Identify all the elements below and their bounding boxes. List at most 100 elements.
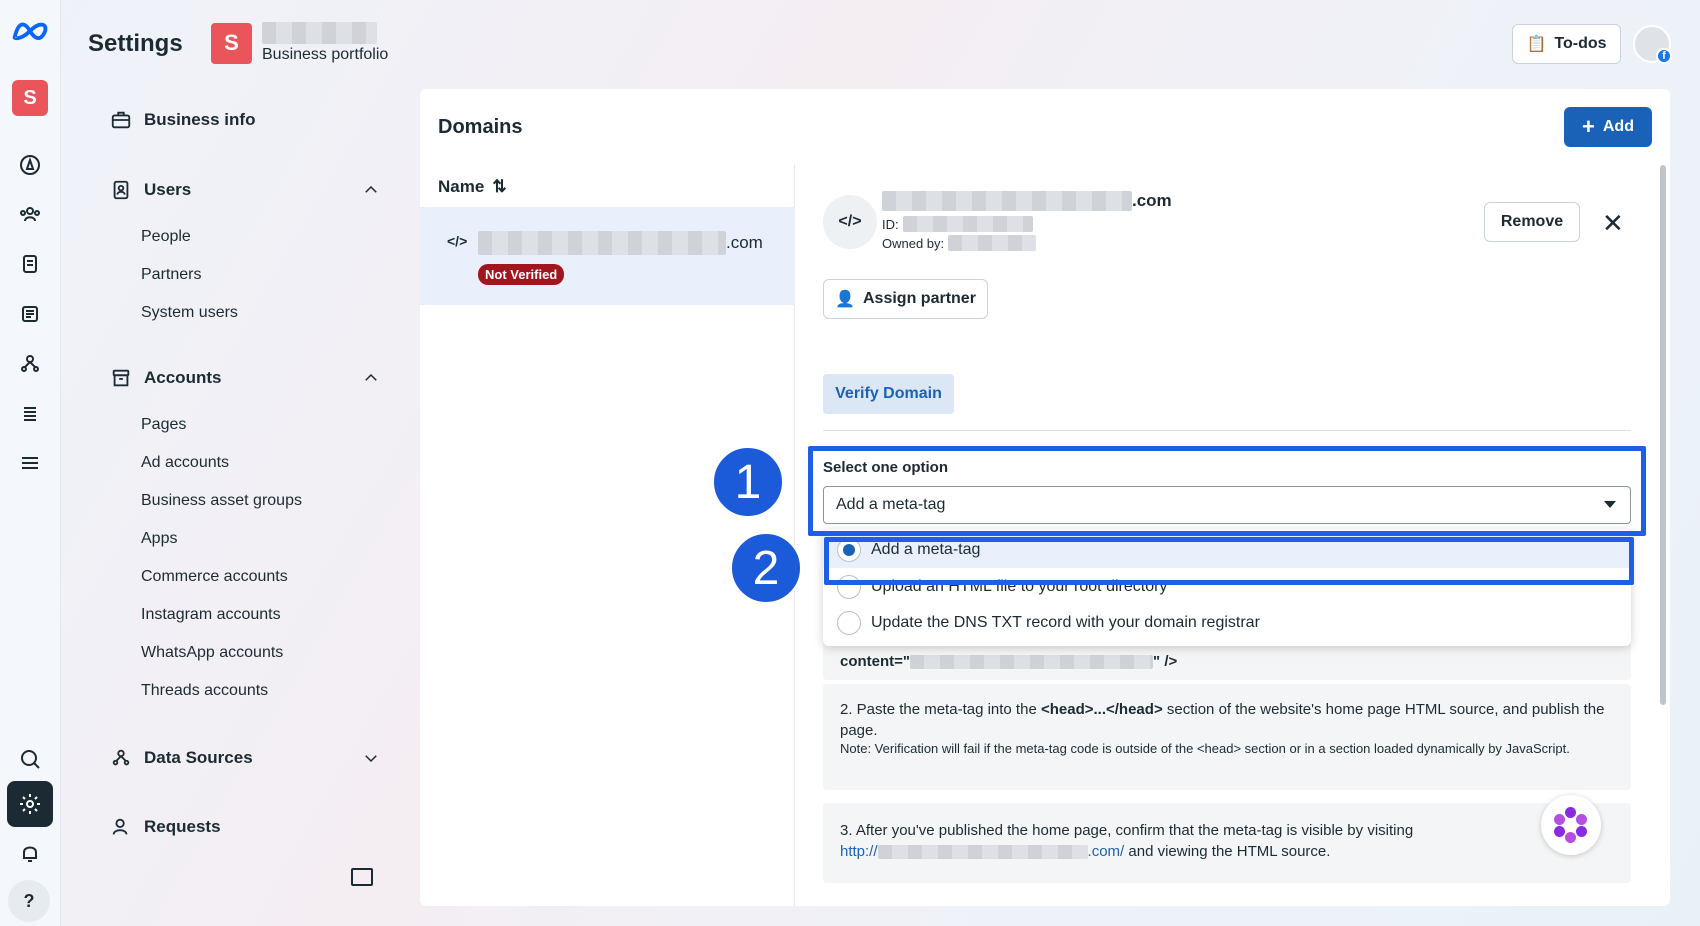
chevron-down-icon[interactable]: [362, 749, 380, 767]
nav-users[interactable]: Users: [110, 179, 380, 201]
settings-gear-icon[interactable]: [7, 781, 53, 827]
step2-note: Note: Verification will fail if the meta…: [840, 741, 1570, 756]
nav-instagram-accounts[interactable]: Instagram accounts: [141, 606, 281, 624]
portfolio-avatar[interactable]: S: [12, 80, 48, 116]
callout-2: 2: [730, 532, 802, 604]
nav-whatsapp-accounts[interactable]: WhatsApp accounts: [141, 644, 283, 662]
facebook-badge-icon: f: [1656, 48, 1672, 64]
domain-name: .com: [478, 231, 763, 255]
link-prefix: http://: [840, 843, 878, 860]
content-suffix: " />: [1153, 653, 1178, 670]
nav-users-label: Users: [144, 180, 192, 199]
code-icon: </>: [823, 195, 877, 249]
column-name-label: Name: [438, 177, 485, 196]
person-add-icon: [112, 818, 128, 835]
step-3-box: 3. After you've published the home page,…: [823, 803, 1631, 883]
sort-icon: ⇅: [492, 177, 507, 196]
step2-text: 2. Paste the meta-tag into the: [840, 701, 1041, 718]
content-prefix: content=": [840, 653, 911, 670]
option-label: Update the DNS TXT record with your doma…: [871, 614, 1260, 631]
scrollbar[interactable]: [1660, 165, 1666, 705]
plus-icon: +: [1582, 114, 1595, 139]
assign-partner-button[interactable]: 👤 Assign partner: [823, 279, 988, 319]
badge-icon: [113, 180, 129, 200]
left-rail: S ?: [0, 0, 61, 926]
close-icon[interactable]: ✕: [1602, 208, 1624, 239]
todos-label: To-dos: [1554, 35, 1607, 52]
nav-ad-accounts[interactable]: Ad accounts: [141, 454, 229, 472]
remove-button[interactable]: Remove: [1484, 202, 1580, 242]
detail-id: ID:: [882, 216, 1033, 232]
nav-partners[interactable]: Partners: [141, 266, 201, 284]
business-portfolio-switcher[interactable]: S Business portfolio: [211, 17, 388, 69]
page-title: Settings: [88, 30, 183, 57]
domain-row[interactable]: </> .com Not Verified: [420, 207, 795, 305]
chevron-up-icon[interactable]: [362, 369, 380, 387]
portfolio-logo: S: [211, 22, 252, 64]
nav-pages[interactable]: Pages: [141, 416, 186, 434]
meta-logo-icon[interactable]: [7, 8, 53, 54]
redacted-domain: [478, 231, 726, 255]
billing-icon[interactable]: [7, 391, 53, 437]
redacted-link: [877, 845, 1088, 860]
radio-unselected[interactable]: [837, 611, 861, 635]
help-icon[interactable]: ?: [8, 880, 50, 922]
nav-people[interactable]: People: [141, 228, 191, 246]
add-domain-button[interactable]: + Add: [1564, 107, 1652, 147]
chevron-up-icon[interactable]: [362, 181, 380, 199]
domain-suffix: .com: [1132, 191, 1172, 210]
redacted-portfolio-name: [262, 22, 377, 44]
user-avatar[interactable]: f: [1633, 25, 1672, 64]
redacted-owner: [948, 235, 1037, 251]
notifications-bell-icon[interactable]: [7, 830, 53, 876]
nav-accounts[interactable]: Accounts: [110, 367, 380, 389]
step-2-box: 2. Paste the meta-tag into the <head>...…: [823, 684, 1631, 790]
nav-business-asset-groups[interactable]: Business asset groups: [141, 492, 302, 510]
owned-label: Owned by:: [882, 235, 945, 251]
domain-list: Name ⇅ </> .com Not Verified: [420, 165, 795, 906]
option-dns-txt[interactable]: Update the DNS TXT record with your doma…: [823, 605, 1631, 641]
person-add-icon: 👤: [835, 291, 855, 308]
code-icon: </>: [447, 233, 468, 249]
network-icon[interactable]: [7, 341, 53, 387]
detail-owner: Owned by:: [882, 235, 1037, 251]
highlight-select: [808, 446, 1646, 536]
nav-accounts-label: Accounts: [144, 368, 222, 387]
id-label: ID:: [882, 216, 899, 232]
briefcase-icon: [111, 111, 131, 129]
redacted-content: [910, 655, 1154, 670]
catalog-icon[interactable]: [7, 291, 53, 337]
todos-button[interactable]: 📋 To-dos: [1512, 24, 1621, 64]
add-label: Add: [1602, 118, 1634, 135]
search-icon[interactable]: [7, 736, 53, 782]
collapse-sidebar-icon[interactable]: [351, 868, 373, 886]
nav-system-users[interactable]: System users: [141, 304, 238, 322]
verify-link[interactable]: http:// .com/: [840, 843, 1124, 860]
nav-commerce-accounts[interactable]: Commerce accounts: [141, 568, 288, 586]
nav-business-info[interactable]: Business info: [110, 109, 380, 131]
compass-icon[interactable]: [7, 142, 53, 188]
nav-data-sources[interactable]: Data Sources: [110, 747, 380, 769]
nav-requests[interactable]: Requests: [110, 816, 380, 838]
column-header-name[interactable]: Name ⇅: [438, 177, 507, 197]
portfolio-label: Business portfolio: [262, 46, 389, 63]
people-icon[interactable]: [7, 192, 53, 238]
nav-apps[interactable]: Apps: [141, 530, 177, 548]
archive-box-icon: [112, 369, 130, 387]
tab-verify-domain[interactable]: Verify Domain: [823, 374, 954, 414]
nav-requests-label: Requests: [144, 817, 221, 836]
data-sources-icon: [112, 749, 130, 766]
assistant-flower-icon[interactable]: [1541, 795, 1601, 855]
redacted-domain: [882, 191, 1132, 211]
nav-threads-accounts[interactable]: Threads accounts: [141, 682, 268, 700]
step2-code: <head>...</head>: [1040, 701, 1163, 718]
nav-business-info-label: Business info: [144, 110, 256, 129]
documents-icon[interactable]: [7, 241, 53, 287]
step3-text-b: and viewing the HTML source.: [1124, 843, 1331, 860]
highlight-option: [824, 537, 1634, 585]
menu-icon[interactable]: [7, 440, 53, 486]
status-badge: Not Verified: [478, 264, 565, 285]
domain-suffix: .com: [726, 233, 763, 252]
step3-text: 3. After you've published the home page,…: [840, 822, 1414, 839]
assign-label: Assign partner: [863, 290, 976, 307]
